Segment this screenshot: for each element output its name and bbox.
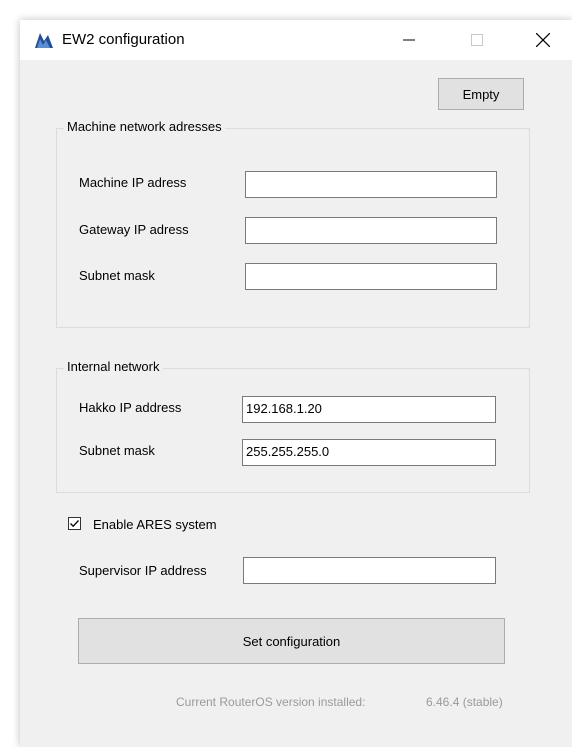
minimize-button[interactable] <box>386 20 432 60</box>
machine-ip-input[interactable] <box>245 171 497 198</box>
supervisor-ip-input[interactable] <box>243 557 496 584</box>
internal-subnet-input[interactable]: 255.255.255.0 <box>242 439 496 466</box>
config-window: EW2 configuration Empty Machine network … <box>20 20 572 747</box>
machine-subnet-input[interactable] <box>245 263 497 290</box>
machine-subnet-label: Subnet mask <box>79 268 155 283</box>
title-bar[interactable]: EW2 configuration <box>20 20 572 60</box>
gateway-ip-input[interactable] <box>245 217 497 244</box>
empty-button[interactable]: Empty <box>438 78 524 110</box>
hakko-ip-label: Hakko IP address <box>79 400 182 415</box>
maximize-button[interactable] <box>454 20 500 60</box>
close-button[interactable] <box>520 20 566 60</box>
routeros-version-label: Current RouterOS version installed: <box>176 695 366 709</box>
minimize-icon <box>403 39 415 41</box>
enable-ares-label[interactable]: Enable ARES system <box>93 517 217 532</box>
machine-ip-label: Machine IP adress <box>79 175 187 190</box>
maximize-icon <box>471 34 483 46</box>
enable-ares-checkbox[interactable] <box>68 517 81 530</box>
supervisor-ip-label: Supervisor IP address <box>79 563 207 578</box>
app-logo-icon <box>34 31 54 49</box>
set-configuration-button[interactable]: Set configuration <box>78 618 505 664</box>
hakko-ip-input[interactable]: 192.168.1.20 <box>242 396 496 423</box>
checkmark-icon <box>70 520 79 528</box>
machine-network-title: Machine network adresses <box>64 119 225 134</box>
close-icon <box>536 33 550 47</box>
window-title: EW2 configuration <box>62 31 185 48</box>
internal-subnet-label: Subnet mask <box>79 443 155 458</box>
internal-network-group <box>56 368 530 493</box>
gateway-ip-label: Gateway IP adress <box>79 222 189 237</box>
internal-network-title: Internal network <box>64 359 163 374</box>
routeros-version-value: 6.46.4 (stable) <box>426 695 503 709</box>
